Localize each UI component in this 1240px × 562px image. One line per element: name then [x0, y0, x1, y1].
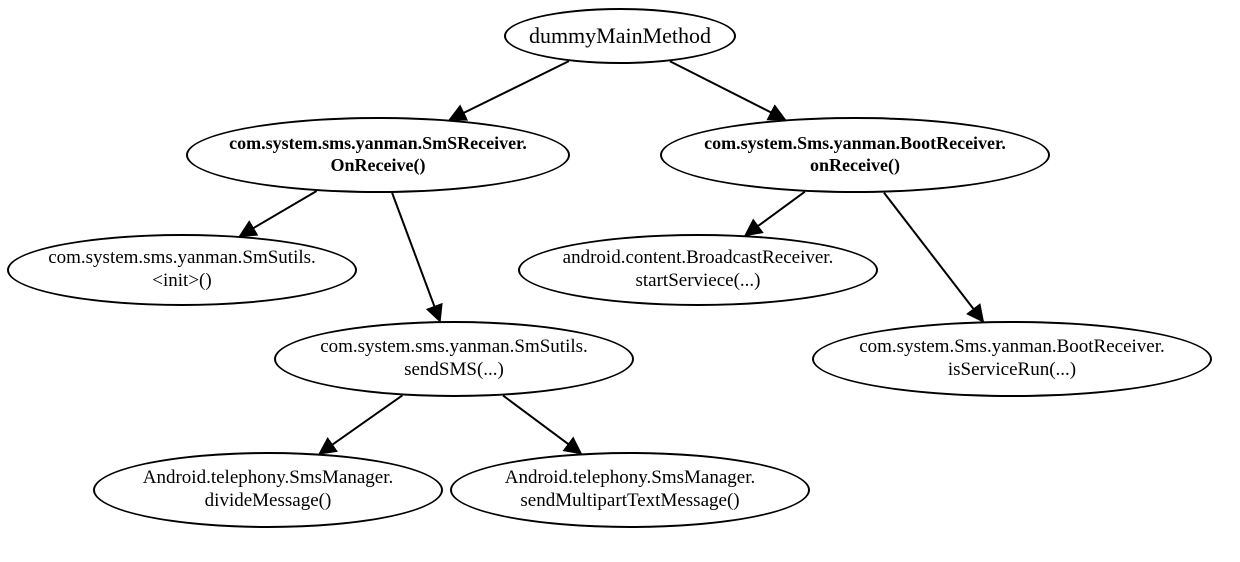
node-label-line2: isServiceRun(...): [859, 359, 1165, 382]
node-label-line1: com.system.sms.yanman.SmSReceiver.: [229, 133, 527, 155]
node-send-sms: com.system.sms.yanman.SmSutils. sendSMS(…: [274, 321, 634, 397]
edge: [392, 193, 440, 321]
node-boot-receiver: com.system.Sms.yanman.BootReceiver. onRe…: [660, 117, 1050, 193]
node-label-line2: OnReceive(): [229, 155, 527, 177]
edge: [240, 191, 317, 236]
node-is-service-run: com.system.Sms.yanman.BootReceiver. isSe…: [812, 321, 1212, 397]
node-label-line2: sendSMS(...): [320, 359, 588, 382]
edge: [503, 396, 581, 454]
node-label-line1: com.system.sms.yanman.SmSutils.: [48, 247, 316, 270]
node-label-line2: divideMessage(): [143, 490, 393, 513]
node-divide-message: Android.telephony.SmsManager. divideMess…: [93, 452, 443, 528]
edge: [884, 193, 983, 322]
node-root: dummyMainMethod: [504, 8, 736, 64]
node-label-line1: android.content.BroadcastReceiver.: [563, 247, 834, 270]
node-label-line2: sendMultipartTextMessage(): [505, 490, 755, 513]
node-smsutils-init: com.system.sms.yanman.SmSutils. <init>(): [7, 234, 357, 306]
node-label-line1: com.system.sms.yanman.SmSutils.: [320, 336, 588, 359]
edge: [450, 61, 569, 120]
node-broadcast-start: android.content.BroadcastReceiver. start…: [518, 234, 878, 306]
node-label-line1: Android.telephony.SmsManager.: [505, 467, 755, 490]
edge: [745, 192, 804, 236]
node-label-line2: startServiece(...): [563, 270, 834, 293]
node-label: dummyMainMethod: [529, 23, 711, 49]
node-send-multipart: Android.telephony.SmsManager. sendMultip…: [450, 452, 810, 528]
edge: [320, 395, 403, 453]
node-label-line2: <init>(): [48, 270, 316, 293]
node-label-line1: Android.telephony.SmsManager.: [143, 467, 393, 490]
node-label-line1: com.system.Sms.yanman.BootReceiver.: [704, 133, 1006, 155]
node-label-line1: com.system.Sms.yanman.BootReceiver.: [859, 336, 1165, 359]
edge: [670, 61, 785, 119]
node-sms-receiver: com.system.sms.yanman.SmSReceiver. OnRec…: [186, 117, 570, 193]
node-label-line2: onReceive(): [704, 155, 1006, 177]
